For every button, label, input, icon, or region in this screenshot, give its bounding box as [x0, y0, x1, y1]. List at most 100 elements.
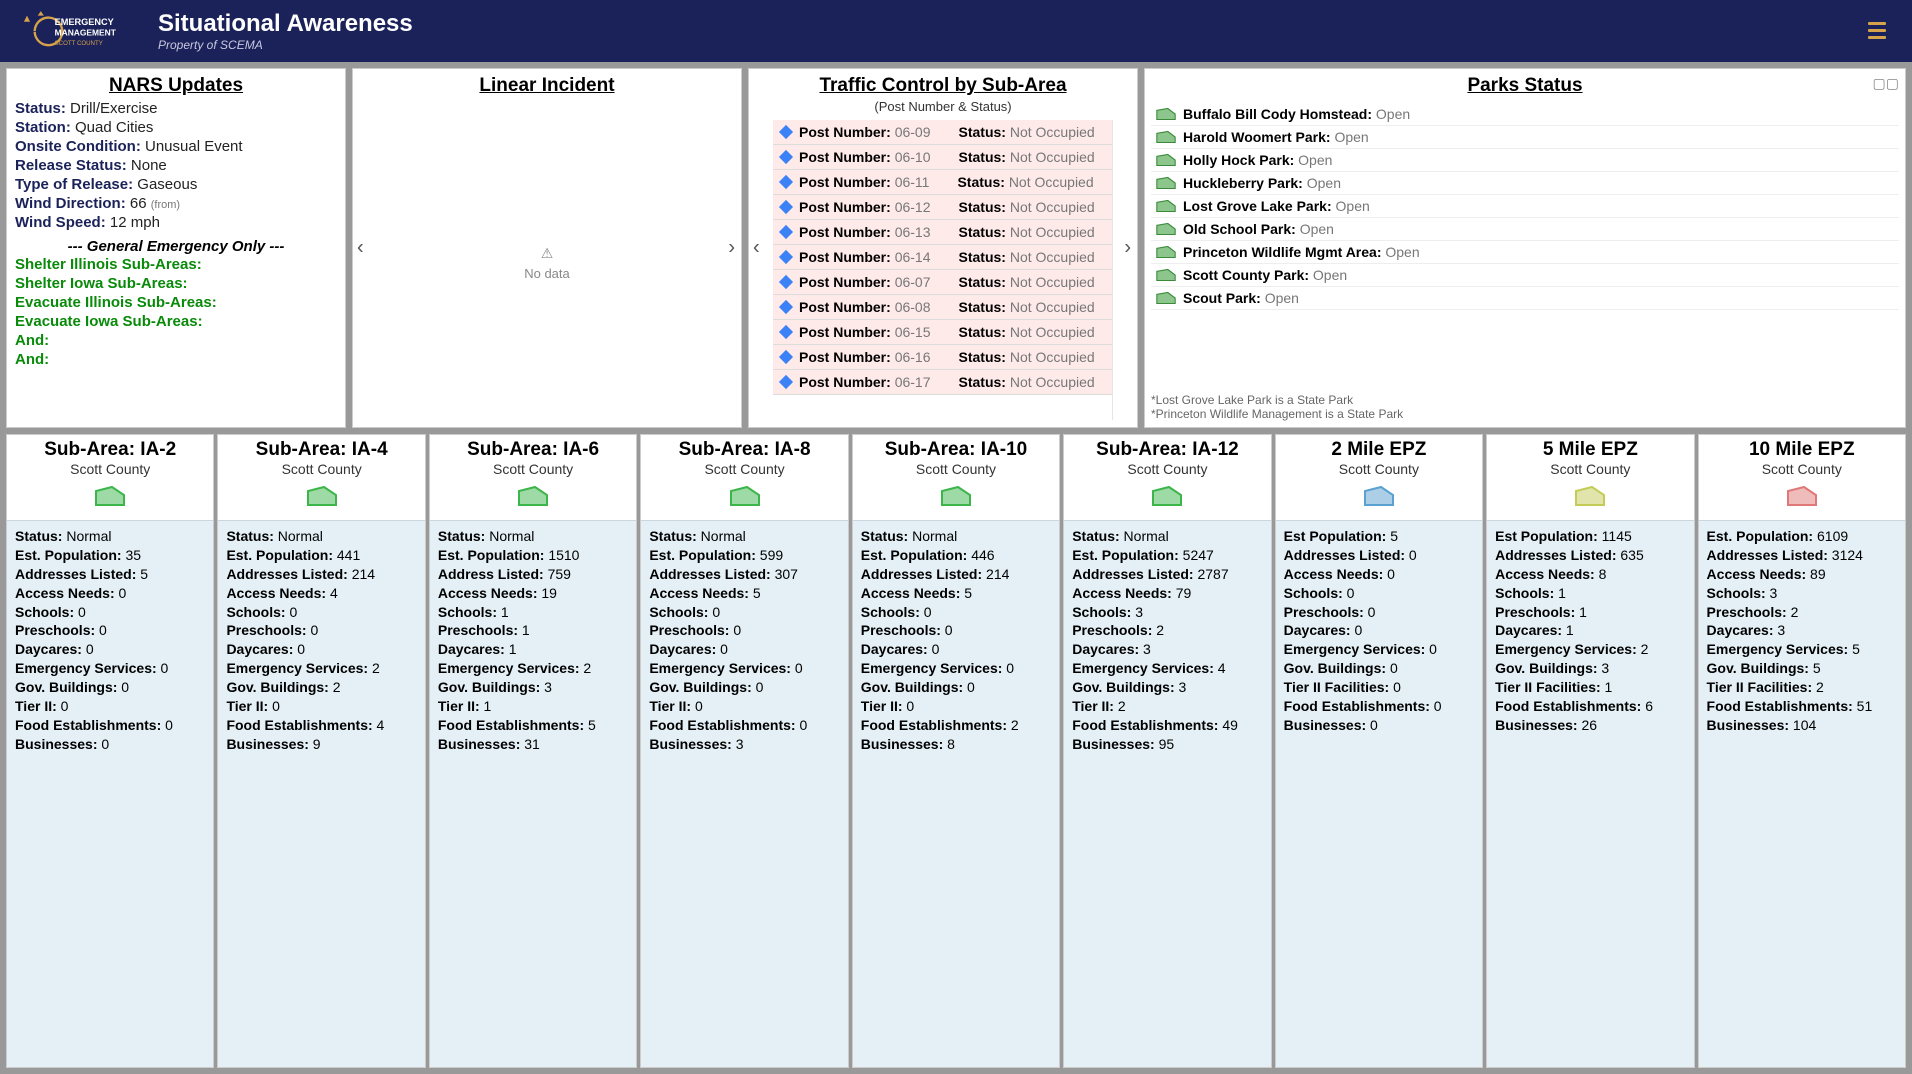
diamond-icon — [779, 175, 793, 189]
stat-row: Businesses: 95 — [1072, 735, 1262, 754]
traffic-post-row[interactable]: Post Number: 06-08 Status: Not Occupied — [773, 295, 1112, 320]
park-row[interactable]: Holly Hock Park: Open — [1151, 149, 1899, 172]
card-stats: Est Population: 5Addresses Listed: 0Acce… — [1276, 520, 1482, 1067]
park-row[interactable]: Lost Grove Lake Park: Open — [1151, 195, 1899, 218]
card-stats: Status: NormalEst. Population: 446Addres… — [853, 520, 1059, 1067]
stat-row: Addresses Listed: 0 — [1284, 546, 1474, 565]
stat-row: Schools: 0 — [649, 603, 839, 622]
traffic-post-row[interactable]: Post Number: 06-09 Status: Not Occupied — [773, 120, 1112, 145]
park-row[interactable]: Old School Park: Open — [1151, 218, 1899, 241]
traffic-heading: Traffic Control by Sub-Area — [749, 69, 1137, 99]
traffic-post-row[interactable]: Post Number: 06-12 Status: Not Occupied — [773, 195, 1112, 220]
stat-row: Access Needs: 0 — [1284, 565, 1474, 584]
traffic-post-row[interactable]: Post Number: 06-07 Status: Not Occupied — [773, 270, 1112, 295]
park-row[interactable]: Scott County Park: Open — [1151, 264, 1899, 287]
traffic-next-arrow[interactable]: › — [1124, 237, 1131, 260]
stat-row: Emergency Services: 0 — [649, 659, 839, 678]
stat-row: Tier II: 0 — [861, 697, 1051, 716]
nars-row: Status: Drill/Exercise — [7, 99, 345, 118]
stat-row: Gov. Buildings: 5 — [1707, 659, 1897, 678]
diamond-icon — [779, 350, 793, 364]
stat-row: Businesses: 8 — [861, 735, 1051, 754]
card-county: Scott County — [641, 461, 847, 477]
diamond-icon — [779, 250, 793, 264]
nars-row: Wind Speed: 12 mph — [7, 213, 345, 232]
park-row[interactable]: Huckleberry Park: Open — [1151, 172, 1899, 195]
diamond-icon — [779, 375, 793, 389]
stat-row: Food Establishments: 2 — [861, 716, 1051, 735]
stat-row: Schools: 1 — [438, 603, 628, 622]
stat-row: Access Needs: 4 — [226, 584, 416, 603]
stat-row: Emergency Services: 2 — [226, 659, 416, 678]
stat-row: Addresses Listed: 3124 — [1707, 546, 1897, 565]
stat-row: Food Establishments: 4 — [226, 716, 416, 735]
nars-general-emergency-header: --- General Emergency Only --- — [7, 232, 345, 255]
card-stats: Est Population: 1145Addresses Listed: 63… — [1487, 520, 1693, 1067]
stat-row: Businesses: 3 — [649, 735, 839, 754]
menu-button[interactable] — [1868, 18, 1886, 43]
zone-shape-icon — [641, 477, 847, 520]
park-row[interactable]: Princeton Wildlife Mgmt Area: Open — [1151, 241, 1899, 264]
warning-icon: ⚠ — [541, 245, 554, 262]
parks-heading: Parks Status — [1145, 69, 1905, 99]
stat-row: Schools: 3 — [1707, 584, 1897, 603]
stat-row: Businesses: 31 — [438, 735, 628, 754]
stat-row: Emergency Services: 2 — [1495, 640, 1685, 659]
card-stats: Status: NormalEst. Population: 599Addres… — [641, 520, 847, 1067]
stat-row: Gov. Buildings: 2 — [226, 678, 416, 697]
expand-icon[interactable]: ▢▢ — [1873, 75, 1899, 92]
stat-row: Daycares: 0 — [226, 640, 416, 659]
stat-row: Tier II: 0 — [649, 697, 839, 716]
top-bar: EMERGENCY MANAGEMENT SCOTT COUNTY Situat… — [0, 0, 1912, 62]
park-row[interactable]: Buffalo Bill Cody Homstead: Open — [1151, 103, 1899, 126]
traffic-post-row[interactable]: Post Number: 06-15 Status: Not Occupied — [773, 320, 1112, 345]
stat-row: Tier II Facilities: 1 — [1495, 678, 1685, 697]
card-county: Scott County — [1276, 461, 1482, 477]
stat-row: Food Establishments: 0 — [15, 716, 205, 735]
stat-row: Daycares: 3 — [1072, 640, 1262, 659]
next-arrow[interactable]: › — [728, 237, 735, 260]
stat-row: Addresses Listed: 5 — [15, 565, 205, 584]
stat-row: Emergency Services: 2 — [438, 659, 628, 678]
zone-shape-icon — [1064, 477, 1270, 520]
park-shape-icon — [1155, 221, 1177, 237]
stat-row: Tier II: 0 — [15, 697, 205, 716]
card-stats: Status: NormalEst. Population: 1510Addre… — [430, 520, 636, 1067]
stat-row: Access Needs: 8 — [1495, 565, 1685, 584]
stat-row: Gov. Buildings: 0 — [649, 678, 839, 697]
stat-row: Preschools: 0 — [226, 621, 416, 640]
svg-text:MANAGEMENT: MANAGEMENT — [55, 28, 117, 38]
stat-row: Access Needs: 79 — [1072, 584, 1262, 603]
stat-row: Est Population: 5 — [1284, 527, 1474, 546]
card-title: Sub-Area: IA-6 — [430, 435, 636, 461]
park-shape-icon — [1155, 175, 1177, 191]
stat-row: Gov. Buildings: 0 — [15, 678, 205, 697]
stat-row: Est. Population: 35 — [15, 546, 205, 565]
card-county: Scott County — [1064, 461, 1270, 477]
parks-footnote-1: *Lost Grove Lake Park is a State Park — [1151, 393, 1403, 407]
nars-row: Type of Release: Gaseous — [7, 175, 345, 194]
stat-row: Est. Population: 6109 — [1707, 527, 1897, 546]
nars-emergency-line: And: — [7, 350, 345, 369]
stat-row: Addresses Listed: 214 — [226, 565, 416, 584]
prev-arrow[interactable]: ‹ — [357, 237, 364, 260]
park-row[interactable]: Scout Park: Open — [1151, 287, 1899, 310]
traffic-list[interactable]: Post Number: 06-09 Status: Not Occupied … — [773, 120, 1113, 420]
card-title: Sub-Area: IA-12 — [1064, 435, 1270, 461]
traffic-prev-arrow[interactable]: ‹ — [753, 237, 760, 260]
subarea-card: 2 Mile EPZ Scott County Est Population: … — [1275, 434, 1483, 1068]
stat-row: Businesses: 0 — [1284, 716, 1474, 735]
stat-row: Status: Normal — [438, 527, 628, 546]
stat-row: Gov. Buildings: 0 — [1284, 659, 1474, 678]
park-row[interactable]: Harold Woomert Park: Open — [1151, 126, 1899, 149]
stat-row: Emergency Services: 0 — [1284, 640, 1474, 659]
traffic-post-row[interactable]: Post Number: 06-14 Status: Not Occupied — [773, 245, 1112, 270]
traffic-post-row[interactable]: Post Number: 06-13 Status: Not Occupied — [773, 220, 1112, 245]
parks-status-panel: ▢▢ Parks Status Buffalo Bill Cody Homste… — [1144, 68, 1906, 428]
traffic-post-row[interactable]: Post Number: 06-16 Status: Not Occupied — [773, 345, 1112, 370]
stat-row: Emergency Services: 4 — [1072, 659, 1262, 678]
traffic-post-row[interactable]: Post Number: 06-10 Status: Not Occupied — [773, 145, 1112, 170]
traffic-post-row[interactable]: Post Number: 06-11 Status: Not Occupied — [773, 170, 1112, 195]
card-county: Scott County — [1699, 461, 1905, 477]
traffic-post-row[interactable]: Post Number: 06-17 Status: Not Occupied — [773, 370, 1112, 395]
